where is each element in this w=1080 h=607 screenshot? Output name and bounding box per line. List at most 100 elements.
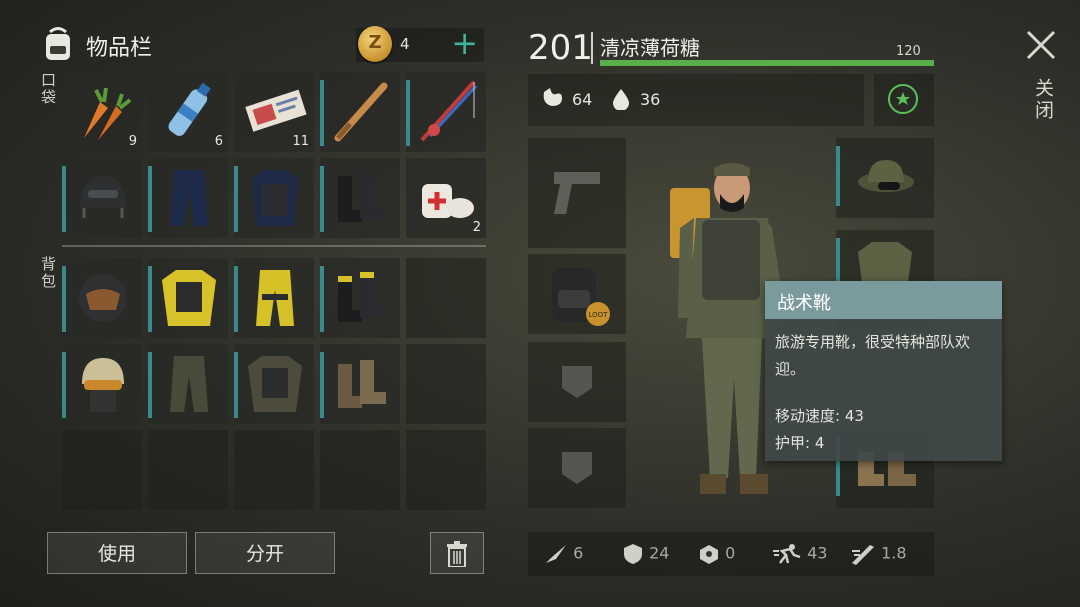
slot-police-vest[interactable] [234, 158, 314, 238]
coin-icon: Z [358, 26, 392, 62]
melee-stat: 1.8 [850, 543, 907, 565]
use-button[interactable]: 使用 [47, 532, 187, 574]
weapon-slot[interactable] [528, 138, 626, 248]
shield-icon [624, 544, 642, 564]
stomach-icon [543, 88, 562, 106]
slot-water-bottle[interactable]: 6 [148, 72, 228, 152]
slot-carrot[interactable]: 9 [62, 72, 142, 152]
durability-bar [406, 80, 410, 146]
slot-camo-pants[interactable] [148, 344, 228, 424]
sword-swing-icon [852, 545, 874, 565]
slot-empty[interactable] [234, 430, 314, 510]
water-bottle-icon [168, 82, 211, 136]
slot-empty[interactable] [320, 430, 400, 510]
slot-black-boots[interactable] [320, 158, 400, 238]
pocket-slot-2[interactable] [528, 428, 626, 508]
water-value: 36 [640, 90, 661, 109]
radiation-icon [700, 545, 718, 564]
boonie-hat-icon [858, 160, 914, 192]
split-button[interactable]: 分开 [195, 532, 335, 574]
loot-badge: LOOT [589, 311, 609, 319]
survival-stats: 64 36 [528, 74, 864, 126]
close-label[interactable]: 关闭 [1030, 78, 1057, 122]
slot-yellow-jacket[interactable] [148, 258, 228, 338]
melee-value: 1.8 [881, 543, 907, 563]
currency-panel: Z 4 + [356, 24, 484, 62]
durability-bar [320, 352, 324, 418]
durability-bar [148, 266, 152, 332]
slot-empty[interactable] [406, 344, 486, 424]
durability-bar [320, 266, 324, 332]
slot-camo-vest[interactable] [234, 344, 314, 424]
health-bar [600, 60, 934, 66]
slot-tactical-boots[interactable] [320, 344, 400, 424]
slot-empty[interactable] [406, 258, 486, 338]
helmet-goggles-icon [82, 358, 124, 412]
level-separator [591, 32, 593, 64]
slot-gas-mask-helmet[interactable] [62, 258, 142, 338]
pockets-label: 口袋 [39, 72, 57, 106]
baseball-bat-icon [334, 82, 388, 142]
pants-icon [256, 270, 294, 326]
durability-bar [62, 352, 66, 418]
speed-stat: 43 [772, 543, 827, 565]
slot-yellow-boots[interactable] [320, 258, 400, 338]
item-quantity: 9 [128, 134, 137, 149]
slot-empty[interactable] [62, 430, 142, 510]
fishing-rod-icon [420, 80, 478, 142]
slot-fishing-rod[interactable] [406, 72, 486, 152]
hp-value: 120 [896, 44, 921, 59]
section-divider [62, 245, 486, 247]
tooltip-description: 旅游专用靴，很受特种部队欢迎。 [775, 333, 971, 378]
pocket-slot-1[interactable] [528, 342, 626, 422]
favorite-button[interactable] [874, 74, 934, 126]
pants-icon [170, 170, 208, 226]
item-quantity: 11 [292, 134, 309, 149]
durability-bar [320, 80, 324, 146]
defense-value: 24 [649, 543, 670, 563]
head-slot[interactable] [836, 138, 934, 218]
vest-icon [248, 356, 302, 412]
armored-helmet-icon [79, 274, 127, 322]
vest-icon [252, 170, 298, 226]
durability-bar [148, 352, 152, 418]
durability-bar [234, 166, 238, 232]
slot-camo-helmet[interactable] [62, 344, 142, 424]
slot-medkit[interactable]: 2 [406, 158, 486, 238]
tooltip-title: 战术靴 [777, 293, 831, 314]
radiation-stat: 0 [698, 543, 735, 565]
durability-bar [148, 166, 152, 232]
tooltip-header: 战术靴 [765, 281, 1002, 319]
backpack-item-icon: LOOT [552, 268, 610, 326]
item-quantity: 2 [472, 220, 481, 235]
item-quantity: 6 [214, 134, 223, 149]
slot-yellow-pants[interactable] [234, 258, 314, 338]
star-icon [888, 84, 918, 114]
durability-bar [320, 166, 324, 232]
slot-ticket[interactable]: 11 [234, 72, 314, 152]
add-coins-button[interactable]: + [451, 24, 478, 62]
slot-police-pants[interactable] [148, 158, 228, 238]
knife-icon [546, 545, 566, 563]
boots-icon [338, 272, 386, 322]
defense-stat: 24 [622, 543, 669, 565]
slot-baseball-bat[interactable] [320, 72, 400, 152]
delete-button[interactable] [430, 532, 484, 574]
speed-value: 43 [807, 543, 828, 563]
slot-empty[interactable] [406, 430, 486, 510]
durability-bar [234, 266, 238, 332]
helmet-icon [80, 176, 126, 218]
tooltip-armor: 护甲: 4 [775, 434, 825, 452]
backpack-label: 背包 [39, 256, 57, 290]
trash-icon [447, 541, 467, 568]
backpack-slot[interactable]: LOOT [528, 254, 626, 334]
close-icon[interactable] [1024, 28, 1058, 62]
pocket-icon [562, 366, 592, 398]
combat-stats-bar: 6 24 0 43 1.8 [528, 532, 934, 576]
slot-helmet[interactable] [62, 158, 142, 238]
slot-empty[interactable] [148, 430, 228, 510]
pocket-icon [562, 452, 592, 484]
durability-bar [234, 352, 238, 418]
food-value: 64 [572, 90, 593, 109]
carrot-icon [84, 87, 132, 140]
